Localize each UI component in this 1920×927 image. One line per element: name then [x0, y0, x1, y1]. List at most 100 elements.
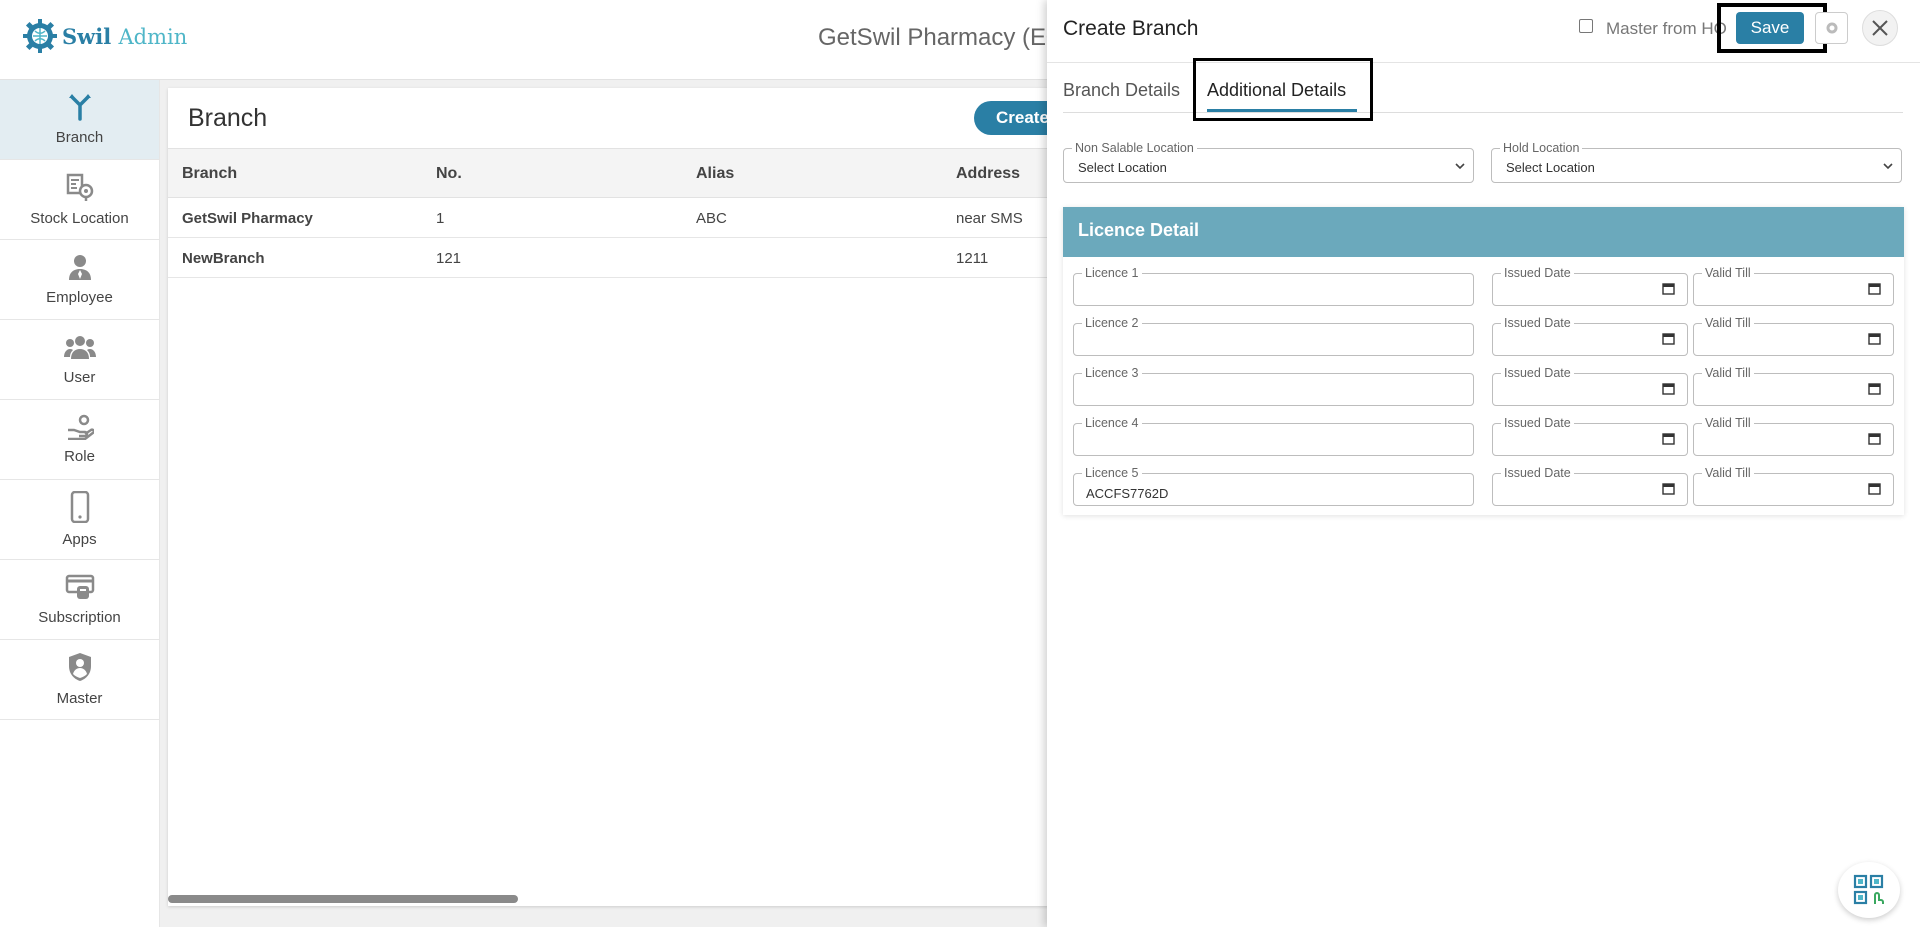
sidebar-item-branch[interactable]: Branch: [0, 80, 159, 160]
sidebar-item-label: Branch: [55, 129, 104, 146]
calendar-icon[interactable]: [1868, 332, 1881, 350]
sidebar-item-label: User: [63, 369, 96, 386]
column-header-address[interactable]: Address: [956, 165, 1020, 183]
settings-button[interactable]: [1815, 12, 1848, 44]
app-logo[interactable]: Swil Admin: [22, 18, 187, 54]
sidebar-item-label: Stock Location: [30, 210, 129, 227]
master-from-hq-checkbox[interactable]: [1579, 19, 1593, 33]
brand-name: Swil Admin: [62, 23, 188, 49]
create-branch-drawer: Create Branch Master from HO Save Branch…: [1047, 0, 1920, 927]
select-value: Select Location: [1506, 160, 1595, 175]
chevron-down-icon: [1455, 163, 1465, 170]
licence-detail-heading: Licence Detail: [1063, 207, 1904, 257]
field-label: Issued Date: [1501, 416, 1574, 430]
cell-branch: GetSwil Pharmacy: [182, 210, 313, 227]
column-header-branch[interactable]: Branch: [182, 165, 237, 183]
sidebar-item-role[interactable]: Role: [0, 400, 159, 480]
tab-branch-details[interactable]: Branch Details: [1063, 80, 1180, 101]
licence-input[interactable]: Licence 2: [1073, 316, 1474, 356]
qr-scan-button[interactable]: [1838, 862, 1900, 918]
horizontal-scrollbar[interactable]: [168, 895, 518, 903]
licence-input[interactable]: Licence 3: [1073, 366, 1474, 406]
sidebar-item-apps[interactable]: Apps: [0, 480, 159, 560]
chevron-down-icon: [1883, 163, 1893, 170]
valid-till-input[interactable]: Valid Till: [1693, 466, 1894, 506]
cell-alias: ABC: [696, 210, 727, 227]
sidebar-item-subscription[interactable]: Subscription: [0, 560, 159, 640]
valid-till-input[interactable]: Valid Till: [1693, 266, 1894, 306]
master-from-hq-label: Master from HO: [1606, 19, 1727, 38]
licence-input[interactable]: Licence 4: [1073, 416, 1474, 456]
calendar-icon[interactable]: [1662, 432, 1675, 450]
field-label: Licence 4: [1082, 416, 1142, 430]
close-button[interactable]: [1862, 10, 1898, 46]
sidebar-item-user[interactable]: User: [0, 320, 159, 400]
mobile-icon: [70, 491, 90, 523]
cell-address: near SMS: [956, 210, 1023, 227]
field-label: Valid Till: [1702, 466, 1754, 480]
calendar-icon[interactable]: [1662, 282, 1675, 300]
company-name: GetSwil Pharmacy (E01: [818, 24, 1073, 51]
calendar-icon[interactable]: [1868, 482, 1881, 500]
sidebar: Branch Stock Location Employee User Role…: [0, 80, 160, 927]
valid-till-input[interactable]: Valid Till: [1693, 316, 1894, 356]
hold-location-select[interactable]: Hold Location Select Location: [1491, 141, 1902, 183]
sidebar-item-stock-location[interactable]: Stock Location: [0, 160, 159, 240]
page-title: Branch: [188, 104, 268, 132]
calendar-icon[interactable]: [1868, 382, 1881, 400]
cell-address: 1211: [956, 250, 989, 267]
gear-icon: [1826, 22, 1837, 34]
field-label: Valid Till: [1702, 416, 1754, 430]
field-label: Valid Till: [1702, 366, 1754, 380]
subscription-icon: [65, 573, 95, 601]
sidebar-item-label: Apps: [62, 531, 97, 548]
field-label: Licence 2: [1082, 316, 1142, 330]
column-header-no[interactable]: No.: [436, 165, 462, 183]
issued-date-input[interactable]: Issued Date: [1492, 416, 1688, 456]
sidebar-item-label: Role: [64, 448, 95, 465]
drawer-title: Create Branch: [1063, 17, 1199, 40]
valid-till-input[interactable]: Valid Till: [1693, 366, 1894, 406]
field-label: Issued Date: [1501, 366, 1574, 380]
licence-detail-card: Licence Detail: [1063, 207, 1904, 515]
save-button[interactable]: Save: [1736, 12, 1804, 44]
licence-input[interactable]: Licence 5 ACCFS7762D: [1073, 466, 1474, 506]
calendar-icon[interactable]: [1662, 332, 1675, 350]
tab-additional-details[interactable]: Additional Details: [1207, 80, 1346, 101]
issued-date-input[interactable]: Issued Date: [1492, 466, 1688, 506]
cell-no: 1: [436, 210, 445, 227]
field-value: ACCFS7762D: [1086, 486, 1169, 501]
non-salable-location-select[interactable]: Non Salable Location Select Location: [1063, 141, 1474, 183]
valid-till-input[interactable]: Valid Till: [1693, 416, 1894, 456]
calendar-icon[interactable]: [1868, 282, 1881, 300]
licence-input[interactable]: Licence 1: [1073, 266, 1474, 306]
sidebar-item-label: Subscription: [38, 609, 121, 626]
issued-date-input[interactable]: Issued Date: [1492, 366, 1688, 406]
role-icon: [66, 414, 94, 440]
column-header-alias[interactable]: Alias: [696, 165, 734, 183]
field-label: Licence 3: [1082, 366, 1142, 380]
field-label: Issued Date: [1501, 466, 1574, 480]
field-label: Non Salable Location: [1072, 141, 1197, 155]
calendar-icon[interactable]: [1662, 382, 1675, 400]
sidebar-item-master[interactable]: Master: [0, 640, 159, 720]
calendar-icon[interactable]: [1868, 432, 1881, 450]
field-label: Valid Till: [1702, 316, 1754, 330]
gear-globe-logo-icon: [23, 19, 57, 53]
calendar-icon[interactable]: [1662, 482, 1675, 500]
user-group-icon: [63, 333, 96, 361]
issued-date-input[interactable]: Issued Date: [1492, 266, 1688, 306]
field-label: Licence 1: [1082, 266, 1142, 280]
branch-icon: [67, 93, 93, 121]
field-label: Licence 5: [1082, 466, 1142, 480]
field-label: Issued Date: [1501, 266, 1574, 280]
field-label: Issued Date: [1501, 316, 1574, 330]
field-label: Hold Location: [1500, 141, 1583, 155]
close-icon: [1872, 20, 1888, 36]
cell-branch: NewBranch: [182, 250, 265, 267]
active-tab-indicator: [1207, 109, 1357, 112]
employee-icon: [67, 253, 93, 281]
select-value: Select Location: [1078, 160, 1167, 175]
issued-date-input[interactable]: Issued Date: [1492, 316, 1688, 356]
sidebar-item-employee[interactable]: Employee: [0, 240, 159, 320]
